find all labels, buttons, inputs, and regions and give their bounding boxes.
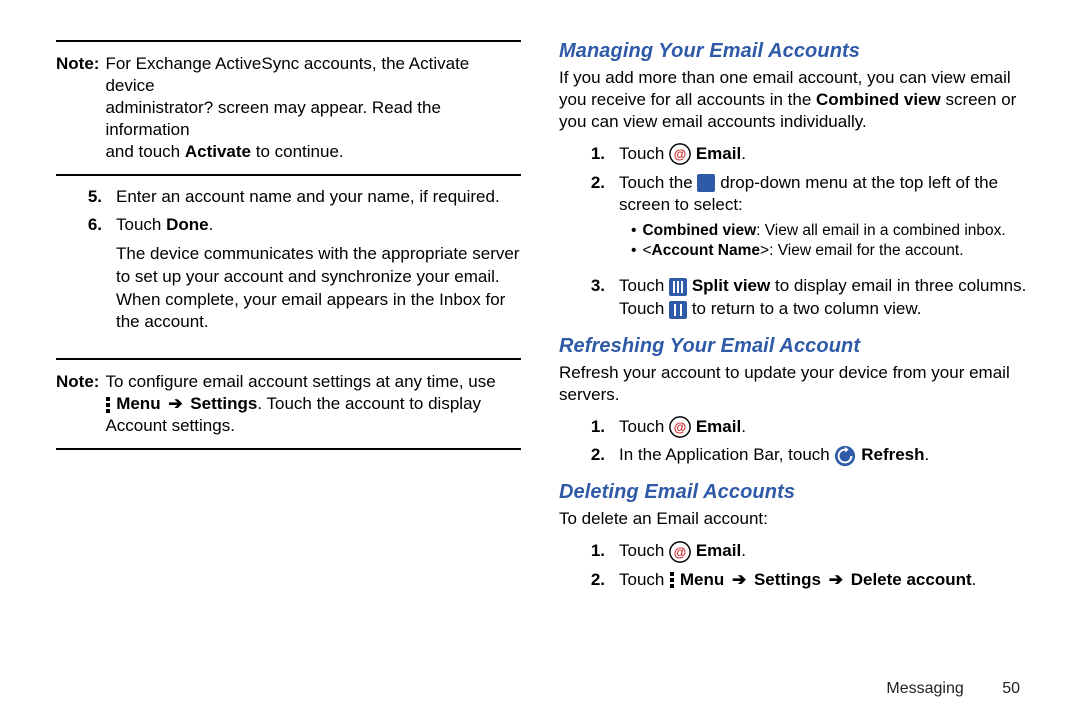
bullet-account: <Account Name>: View email for the accou… (641, 241, 1034, 261)
deleting-step-2: 2. Touch Menu ➔ Settings ➔ Delete accoun… (559, 569, 1034, 592)
svg-text:@: @ (674, 420, 687, 435)
step-6-paragraph: The device communicates with the appropr… (116, 243, 521, 334)
right-column: Managing Your Email Accounts If you add … (545, 40, 1034, 700)
email-at-icon: @ (669, 143, 691, 165)
step-5: 5. Enter an account name and your name, … (56, 186, 521, 209)
heading-deleting: Deleting Email Accounts (559, 481, 1034, 504)
refreshing-step-2: 2. In the Application Bar, touch Refresh… (559, 444, 1034, 467)
rule-top-2 (56, 174, 521, 176)
refresh-icon (834, 445, 856, 467)
page-footer: Messaging 50 (886, 680, 1020, 698)
step-6: 6. Touch Done. The device communicates w… (56, 214, 521, 334)
bullet-combined: Combined view: View all email in a combi… (641, 221, 1034, 241)
heading-managing: Managing Your Email Accounts (559, 40, 1034, 63)
managing-step-3: 3. Touch Split view to display email in … (559, 275, 1034, 321)
email-at-icon: @ (669, 416, 691, 438)
note-label-2: Note: (56, 371, 105, 437)
deleting-step-1: 1. Touch @ Email. (559, 540, 1034, 563)
heading-refreshing: Refreshing Your Email Account (559, 335, 1034, 358)
two-column-icon (669, 301, 687, 319)
managing-intro: If you add more than one email account, … (559, 67, 1034, 133)
managing-bullets: Combined view: View all email in a combi… (619, 221, 1034, 261)
rule-bottom-2 (56, 448, 521, 450)
note-block-2: Note: To configure email account setting… (56, 360, 521, 448)
email-at-icon: @ (669, 541, 691, 563)
arrow-icon: ➔ (168, 394, 182, 413)
svg-text:@: @ (674, 544, 687, 559)
left-column: Note: For Exchange ActiveSync accounts, … (56, 40, 545, 700)
arrow-icon: ➔ (829, 570, 843, 589)
refreshing-intro: Refresh your account to update your devi… (559, 362, 1034, 406)
note-block-1: Note: For Exchange ActiveSync accounts, … (56, 42, 521, 174)
dropdown-icon (697, 174, 715, 192)
menu-icon (669, 571, 675, 589)
deleting-intro: To delete an Email account: (559, 508, 1034, 530)
managing-step-2: 2. Touch the drop-down menu at the top l… (559, 172, 1034, 270)
note-body-2: To configure email account settings at a… (105, 371, 521, 437)
footer-section: Messaging (886, 680, 963, 697)
arrow-icon: ➔ (732, 570, 746, 589)
menu-icon (105, 396, 111, 414)
footer-page-number: 50 (1002, 680, 1020, 697)
refreshing-step-1: 1. Touch @ Email. (559, 416, 1034, 439)
split-view-icon (669, 278, 687, 296)
svg-text:@: @ (674, 147, 687, 162)
refreshing-steps: 1. Touch @ Email. 2. In the Application … (559, 416, 1034, 468)
managing-steps: 1. Touch @ Email. 2. Touch the drop-down… (559, 143, 1034, 321)
deleting-steps: 1. Touch @ Email. 2. Touch Menu ➔ Settin… (559, 540, 1034, 592)
note-label: Note: (56, 53, 105, 163)
note-body-1: For Exchange ActiveSync accounts, the Ac… (105, 53, 521, 163)
managing-step-1: 1. Touch @ Email. (559, 143, 1034, 166)
steps-left: 5. Enter an account name and your name, … (56, 186, 521, 335)
